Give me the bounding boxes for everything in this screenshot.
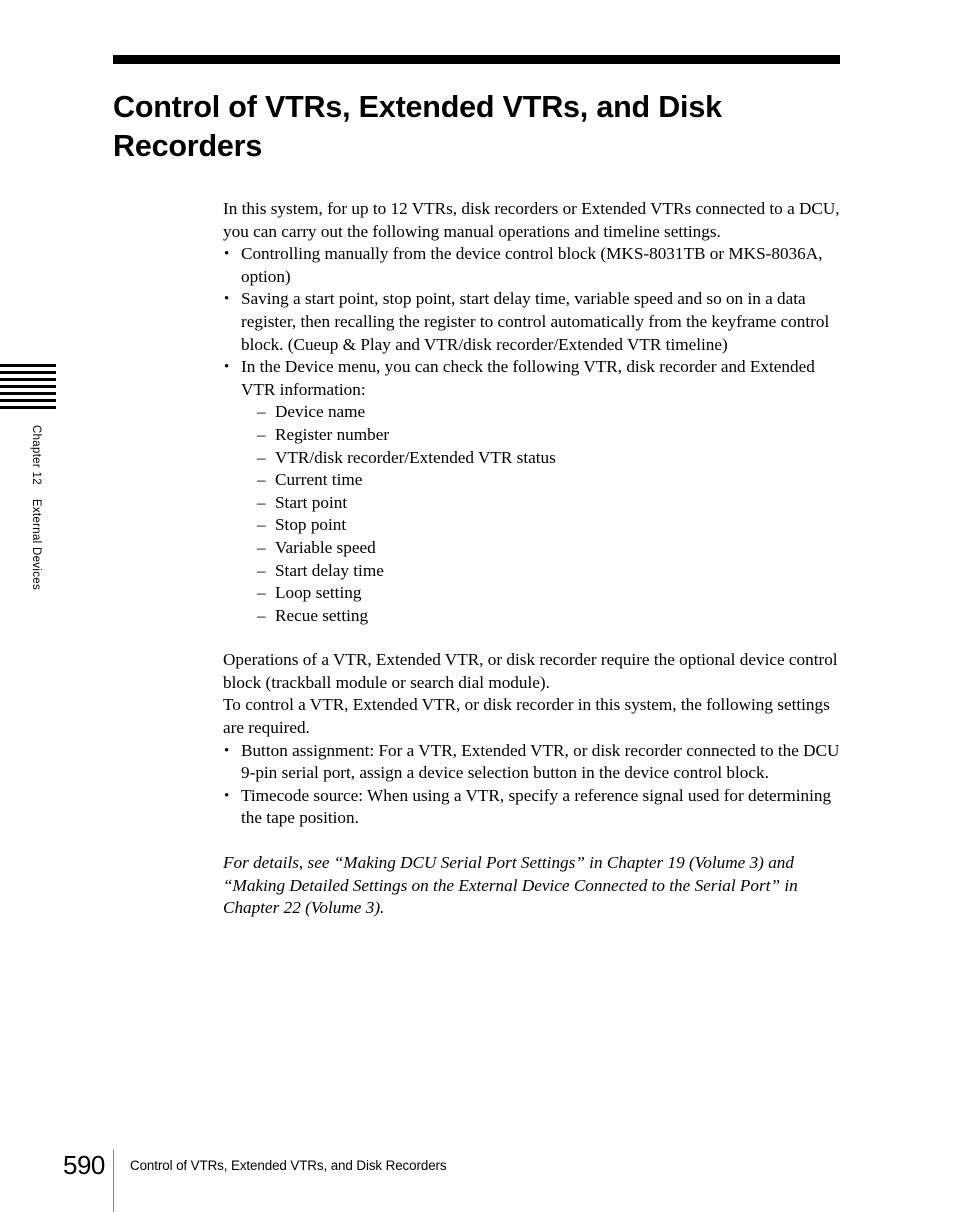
list-item: Saving a start point, stop point, start … — [223, 288, 843, 356]
tab-mark — [0, 399, 56, 402]
intro-bullet-list: Controlling manually from the device con… — [223, 243, 843, 627]
intro-paragraph: In this system, for up to 12 VTRs, disk … — [223, 199, 840, 241]
list-item: Stop point — [257, 514, 843, 537]
body-content: In this system, for up to 12 VTRs, disk … — [223, 198, 843, 920]
tab-mark — [0, 392, 56, 395]
list-item: Recue setting — [257, 605, 843, 628]
page-title: Control of VTRs, Extended VTRs, and Disk… — [113, 90, 722, 164]
requirements-paragraph-2: To control a VTR, Extended VTR, or disk … — [223, 695, 830, 738]
requirements-bullet-list: Button assignment: For a VTR, Extended V… — [223, 740, 843, 830]
tab-mark — [0, 364, 56, 367]
note-spacer — [223, 830, 843, 852]
list-item: Controlling manually from the device con… — [223, 243, 843, 288]
device-info-sublist: Device name Register number VTR/disk rec… — [241, 401, 843, 627]
footer-running-title: Control of VTRs, Extended VTRs, and Disk… — [130, 1158, 447, 1173]
list-item: Timecode source: When using a VTR, speci… — [223, 785, 843, 830]
list-item: Register number — [257, 424, 843, 447]
tab-mark — [0, 378, 56, 381]
header-rule — [113, 55, 840, 64]
list-item: Loop setting — [257, 582, 843, 605]
chapter-tab-marks — [0, 364, 56, 413]
cross-reference-note: For details, see “Making DCU Serial Port… — [223, 853, 798, 918]
footer-page-number: 590 — [63, 1150, 105, 1180]
chapter-number-label: Chapter 12 — [30, 425, 42, 485]
tab-mark — [0, 371, 56, 374]
requirements-paragraph-1: Operations of a VTR, Extended VTR, or di… — [223, 650, 838, 692]
list-item: Start delay time — [257, 560, 843, 583]
list-item: In the Device menu, you can check the fo… — [223, 356, 843, 627]
list-item: Current time — [257, 469, 843, 492]
list-item: VTR/disk recorder/Extended VTR status — [257, 447, 843, 470]
list-item: Button assignment: For a VTR, Extended V… — [223, 740, 843, 785]
tab-mark — [0, 385, 56, 388]
list-item-text: In the Device menu, you can check the fo… — [241, 357, 815, 399]
chapter-margin-label: Chapter 12 External Devices — [28, 425, 44, 645]
list-item: Variable speed — [257, 537, 843, 560]
list-item: Device name — [257, 401, 843, 424]
tab-mark — [0, 406, 56, 409]
chapter-section-label: External Devices — [30, 498, 42, 590]
footer-divider — [113, 1149, 114, 1212]
list-item: Start point — [257, 492, 843, 515]
